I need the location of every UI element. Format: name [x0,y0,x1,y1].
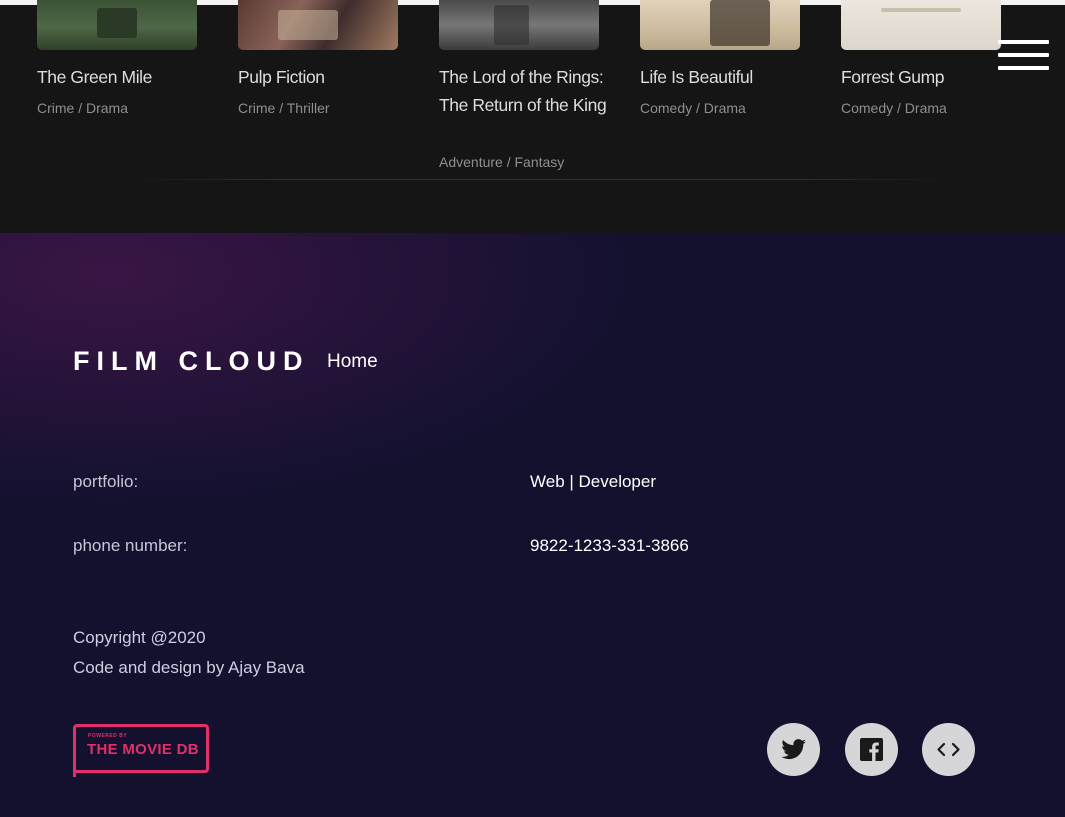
facebook-icon [860,738,883,761]
movie-poster[interactable] [640,0,800,50]
twitter-icon [781,739,806,760]
movie-title[interactable]: Life Is Beautiful [640,64,808,92]
movie-poster[interactable] [439,0,599,50]
brand-logo[interactable]: FILM CLOUD [73,345,309,377]
movie-title[interactable]: The Lord of the Rings: The Return of the… [439,64,607,119]
portfolio-label: portfolio: [73,472,139,491]
movie-genre: Adventure / Fantasy [439,154,565,170]
movie-genre: Crime / Thriller [238,100,330,116]
movie-poster[interactable] [37,0,197,50]
home-link[interactable]: Home [327,351,378,373]
movie-poster[interactable] [238,0,398,50]
footer: FILM CLOUD Home portfolio: Web | Develop… [0,233,1065,817]
facebook-button[interactable] [845,723,898,776]
tmdb-powered-by: POWERED BY [88,733,128,739]
tmdb-logo-tail [73,763,76,777]
movie-title[interactable]: The Green Mile [37,64,205,92]
phone-value: 9822-1233-331-3866 [530,536,689,555]
movie-poster[interactable] [841,0,1001,50]
tmdb-logo[interactable]: POWERED BY THE MOVIE DB [73,724,209,773]
page: The Green Mile Crime / Drama Pulp Fictio… [0,0,1065,817]
code-button[interactable] [922,723,975,776]
section-divider [125,179,955,180]
movie-title[interactable]: Forrest Gump [841,64,1009,92]
tmdb-name: THE MOVIE DB [87,741,199,758]
movie-genre: Comedy / Drama [640,100,746,116]
copyright-text: Copyright @2020 [73,628,206,647]
movie-list-section: The Green Mile Crime / Drama Pulp Fictio… [0,0,1065,233]
hamburger-menu-icon[interactable] [998,40,1049,71]
portfolio-value[interactable]: Web | Developer [530,472,656,492]
phone-label: phone number: [73,536,188,555]
movie-genre: Crime / Drama [37,100,129,116]
copyright-block: Copyright @2020 Code and design by Ajay … [73,623,305,683]
movie-genre: Comedy / Drama [841,100,947,116]
credit-text: Code and design by Ajay Bava [73,658,305,677]
twitter-button[interactable] [767,723,820,776]
code-icon [937,742,960,757]
movie-title[interactable]: Pulp Fiction [238,64,406,92]
